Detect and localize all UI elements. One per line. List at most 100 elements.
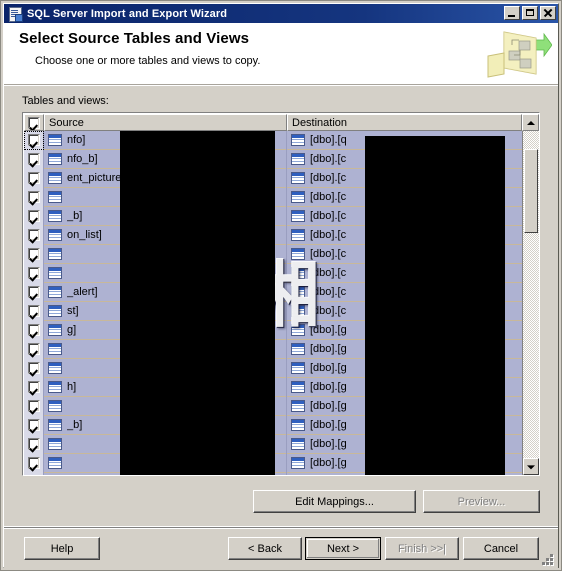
- row-select-cell[interactable]: [24, 168, 44, 188]
- window-title: SQL Server Import and Export Wizard: [27, 7, 228, 20]
- minimize-button[interactable]: [504, 6, 520, 20]
- destination-label: [dbo].[c: [310, 172, 347, 184]
- footer-divider-highlight: [4, 528, 558, 529]
- row-checkbox[interactable]: [27, 343, 40, 355]
- select-all-header-cell[interactable]: [24, 114, 44, 131]
- row-select-cell[interactable]: [24, 339, 44, 359]
- cancel-label: Cancel: [483, 542, 519, 555]
- tables-and-views-grid[interactable]: Source Destination nfo] [dbo].[q nfo_b] [db…: [22, 112, 540, 476]
- table-icon: [48, 134, 62, 146]
- row-checkbox[interactable]: [27, 362, 40, 374]
- grid-vertical-scrollbar[interactable]: [522, 131, 539, 475]
- table-icon: [48, 286, 62, 298]
- source-label: on_list]: [67, 229, 102, 241]
- edit-mappings-button[interactable]: Edit Mappings...: [253, 490, 416, 513]
- cancel-button[interactable]: Cancel: [463, 537, 539, 560]
- table-icon: [291, 400, 305, 412]
- destination-label: [dbo].[c: [310, 210, 347, 222]
- scrollbar-thumb[interactable]: [524, 149, 538, 233]
- maximize-button[interactable]: [522, 6, 538, 20]
- column-header-destination[interactable]: Destination: [287, 114, 522, 131]
- row-select-cell[interactable]: [24, 472, 44, 475]
- row-checkbox[interactable]: [27, 400, 40, 412]
- row-select-cell[interactable]: [24, 244, 44, 264]
- row-select-cell[interactable]: [24, 301, 44, 321]
- redaction-block-destination: [365, 136, 505, 475]
- data-flow-diagram-icon: [487, 31, 552, 78]
- wizard-window: SQL Server Import and Export Wizard Sele…: [0, 0, 562, 571]
- row-checkbox[interactable]: [27, 229, 40, 241]
- row-select-cell[interactable]: [24, 358, 44, 378]
- row-select-cell[interactable]: [24, 396, 44, 416]
- grid-corner-scroll-up[interactable]: [522, 114, 539, 131]
- destination-label: [dbo].[c: [310, 153, 347, 165]
- destination-label: [dbo].[g: [310, 457, 347, 469]
- column-header-source[interactable]: Source: [44, 114, 287, 131]
- table-icon: [48, 343, 62, 355]
- row-checkbox[interactable]: [27, 248, 40, 260]
- help-button[interactable]: Help: [24, 537, 100, 560]
- preview-button[interactable]: Preview...: [423, 490, 540, 513]
- title-bar[interactable]: SQL Server Import and Export Wizard: [4, 4, 558, 23]
- table-icon: [48, 400, 62, 412]
- row-checkbox[interactable]: [27, 419, 40, 431]
- row-checkbox[interactable]: [27, 134, 40, 146]
- wizard-document-icon: [7, 6, 23, 22]
- table-icon: [48, 248, 62, 260]
- row-checkbox[interactable]: [27, 305, 40, 317]
- row-select-cell[interactable]: [24, 282, 44, 302]
- row-select-cell[interactable]: [24, 225, 44, 245]
- preview-label: Preview...: [457, 495, 506, 508]
- row-checkbox[interactable]: [27, 210, 40, 222]
- row-checkbox[interactable]: [27, 438, 40, 450]
- row-select-cell[interactable]: [24, 377, 44, 397]
- source-label: h]: [67, 381, 77, 393]
- destination-label: [dbo].[c: [310, 305, 347, 317]
- finish-button[interactable]: Finish >>|: [385, 537, 459, 560]
- page-title: Select Source Tables and Views: [19, 30, 250, 47]
- redaction-block-source: [120, 131, 275, 475]
- row-select-cell[interactable]: [24, 263, 44, 283]
- row-select-cell[interactable]: [24, 149, 44, 169]
- resize-grip[interactable]: [542, 554, 556, 568]
- scroll-down-arrow-icon[interactable]: [523, 458, 539, 475]
- close-button[interactable]: [540, 6, 556, 20]
- window-inner-frame: SQL Server Import and Export Wizard Sele…: [3, 3, 559, 570]
- row-select-cell[interactable]: [24, 415, 44, 435]
- table-icon: [291, 286, 305, 298]
- row-select-cell[interactable]: [24, 131, 44, 150]
- row-checkbox[interactable]: [27, 153, 40, 165]
- row-checkbox[interactable]: [27, 286, 40, 298]
- row-checkbox[interactable]: [27, 324, 40, 336]
- destination-label: [dbo].[q: [310, 134, 347, 146]
- back-button[interactable]: < Back: [228, 537, 302, 560]
- content-area: Tables and views: Source Destination nfo…: [4, 85, 558, 527]
- table-icon: [48, 229, 62, 241]
- row-checkbox[interactable]: [27, 267, 40, 279]
- select-all-checkbox[interactable]: [28, 116, 40, 129]
- table-icon: [291, 229, 305, 241]
- table-icon: [48, 210, 62, 222]
- table-icon: [291, 210, 305, 222]
- row-select-cell[interactable]: [24, 206, 44, 226]
- table-icon: [291, 191, 305, 203]
- destination-label: [dbo].[c: [310, 248, 347, 260]
- row-select-cell[interactable]: [24, 453, 44, 473]
- table-icon: [291, 343, 305, 355]
- row-checkbox[interactable]: [27, 457, 40, 469]
- row-select-cell[interactable]: [24, 320, 44, 340]
- destination-label: [dbo].[g: [310, 362, 347, 374]
- row-checkbox[interactable]: [27, 172, 40, 184]
- row-checkbox[interactable]: [27, 191, 40, 203]
- next-button[interactable]: Next >: [305, 537, 381, 560]
- row-select-cell[interactable]: [24, 187, 44, 207]
- row-checkbox[interactable]: [27, 381, 40, 393]
- destination-label: [dbo].[g: [310, 419, 347, 431]
- destination-label: [dbo].[c: [310, 191, 347, 203]
- table-icon: [48, 191, 62, 203]
- window-controls: [504, 6, 556, 20]
- destination-label: [dbo].[c: [310, 229, 347, 241]
- table-icon: [291, 381, 305, 393]
- row-select-cell[interactable]: [24, 434, 44, 454]
- table-icon: [48, 324, 62, 336]
